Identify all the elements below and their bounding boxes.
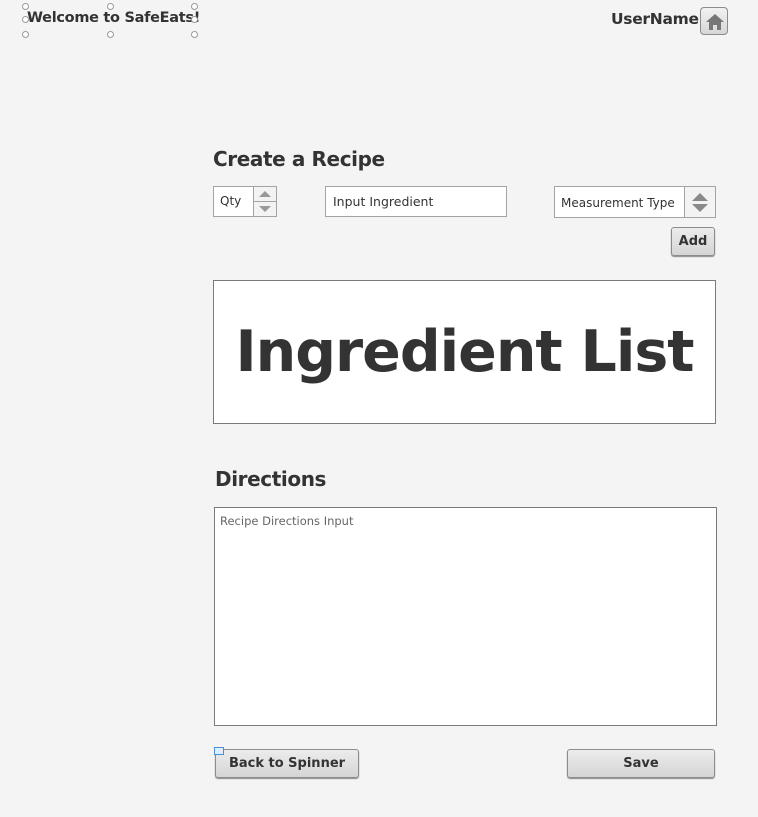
arrow-down-icon bbox=[259, 206, 271, 212]
selection-handle-icon bbox=[107, 31, 114, 38]
back-to-spinner-button[interactable]: Back to Spinner bbox=[215, 749, 359, 778]
arrow-down-icon bbox=[692, 204, 708, 212]
save-button[interactable]: Save bbox=[567, 749, 715, 778]
arrow-up-icon bbox=[692, 193, 708, 201]
measurement-type-spinner[interactable] bbox=[684, 187, 715, 217]
quantity-spinner[interactable] bbox=[253, 187, 276, 216]
measurement-type-select[interactable]: Measurement Type bbox=[554, 186, 716, 218]
selection-handle-icon bbox=[22, 31, 29, 38]
create-recipe-heading: Create a Recipe bbox=[213, 147, 385, 171]
selection-handle-icon bbox=[191, 31, 198, 38]
measurement-type-value: Measurement Type bbox=[561, 196, 675, 210]
home-button[interactable] bbox=[700, 7, 728, 35]
welcome-title: Welcome to SafeEats! bbox=[27, 10, 201, 26]
selection-handle-icon bbox=[191, 16, 198, 23]
selection-handle-icon bbox=[191, 3, 198, 10]
directions-heading: Directions bbox=[215, 467, 327, 491]
link-marker-icon bbox=[214, 747, 224, 755]
quantity-stepper[interactable]: Qty bbox=[213, 186, 277, 217]
quantity-increment-button[interactable] bbox=[254, 187, 276, 202]
ingredient-list: Ingredient List bbox=[213, 280, 716, 424]
ingredient-list-label: Ingredient List bbox=[235, 319, 694, 385]
ingredient-input[interactable] bbox=[325, 186, 507, 217]
username-label: UserName bbox=[611, 10, 699, 28]
directions-textarea[interactable] bbox=[214, 507, 717, 726]
add-ingredient-button[interactable]: Add bbox=[671, 227, 715, 256]
selection-handle-icon bbox=[22, 3, 29, 10]
arrow-up-icon bbox=[259, 191, 271, 197]
selection-handle-icon bbox=[22, 16, 29, 23]
home-icon bbox=[706, 14, 724, 30]
quantity-value: Qty bbox=[220, 194, 242, 208]
selection-handle-icon bbox=[107, 3, 114, 10]
quantity-decrement-button[interactable] bbox=[254, 202, 276, 216]
